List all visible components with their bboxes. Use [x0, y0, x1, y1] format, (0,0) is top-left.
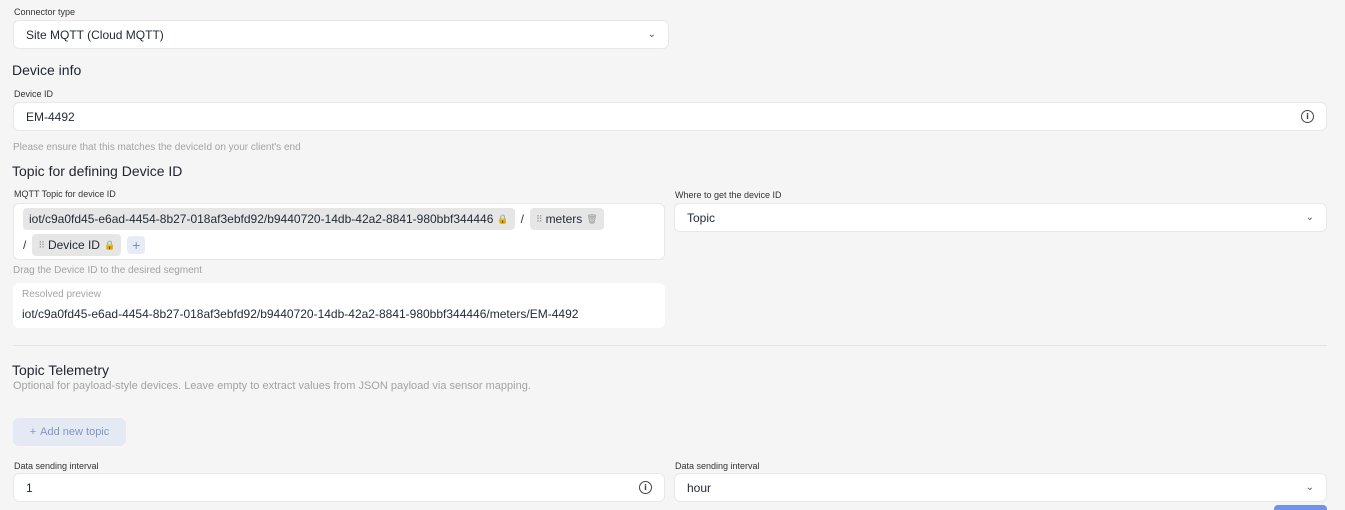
topic-defining-title: Topic for defining Device ID: [12, 163, 183, 179]
drag-grip-icon[interactable]: ⠿: [38, 240, 45, 251]
lock-icon: 🔒: [497, 213, 509, 224]
topic-segment-1: iot/c9a0fd45-e6ad-4454-8b27-018af3ebfd92…: [29, 212, 494, 226]
resolved-preview-value: iot/c9a0fd45-e6ad-4454-8b27-018af3ebfd92…: [22, 307, 579, 321]
lock-icon: 🔒: [103, 239, 116, 250]
topic-segment-chip[interactable]: iot/c9a0fd45-e6ad-4454-8b27-018af3ebfd92…: [23, 208, 515, 230]
info-icon[interactable]: i: [1301, 110, 1314, 123]
connector-type-label: Connector type: [14, 7, 76, 17]
topic-segment-3: Device ID: [47, 238, 100, 252]
device-info-title: Device info: [12, 62, 82, 78]
chevron-down-icon: ⌄: [1305, 212, 1314, 223]
chevron-down-icon: ⌄: [1305, 482, 1314, 493]
primary-button-partial[interactable]: [1274, 505, 1327, 510]
device-id-value: EM-4492: [26, 109, 75, 124]
interval-unit-value: hour: [687, 480, 712, 495]
device-id-input[interactable]: EM-4492 i: [13, 102, 1327, 131]
interval-unit-label: Data sending interval: [675, 461, 760, 471]
plus-icon: +: [29, 426, 37, 438]
where-device-id-label: Where to get the device ID: [675, 190, 782, 200]
trash-icon[interactable]: 🗑: [586, 214, 597, 225]
connector-type-value: Site MQTT (Cloud MQTT): [26, 27, 164, 42]
topic-telemetry-description: Optional for payload-style devices. Leav…: [13, 380, 531, 392]
add-new-topic-label: Add new topic: [40, 426, 110, 438]
chevron-down-icon: ⌄: [647, 29, 656, 40]
segment-separator: /: [23, 238, 27, 252]
info-icon[interactable]: i: [639, 481, 652, 494]
where-device-id-select[interactable]: Topic ⌄: [674, 203, 1327, 232]
interval-value: 1: [26, 480, 33, 495]
drag-grip-icon[interactable]: ⠿: [536, 214, 543, 225]
section-divider: [13, 345, 1327, 346]
device-id-hint: Please ensure that this matches the devi…: [13, 142, 301, 153]
resolved-preview-label: Resolved preview: [22, 289, 101, 300]
interval-value-input[interactable]: 1 i: [13, 473, 665, 502]
topic-telemetry-title: Topic Telemetry: [12, 362, 110, 378]
topic-segment-2: meters: [545, 212, 583, 226]
mqtt-topic-label: MQTT Topic for device ID: [14, 189, 116, 199]
mqtt-topic-builder[interactable]: iot/c9a0fd45-e6ad-4454-8b27-018af3ebfd92…: [13, 203, 665, 260]
interval-value-label: Data sending interval: [14, 461, 99, 471]
device-id-label: Device ID: [14, 89, 54, 99]
interval-unit-select[interactable]: hour ⌄: [674, 473, 1327, 502]
resolved-preview-box: Resolved preview iot/c9a0fd45-e6ad-4454-…: [13, 283, 665, 328]
connector-type-select[interactable]: Site MQTT (Cloud MQTT) ⌄: [13, 20, 669, 49]
plus-icon: +: [132, 237, 141, 253]
where-device-id-value: Topic: [687, 210, 716, 225]
add-segment-button[interactable]: +: [127, 236, 146, 254]
drag-hint: Drag the Device ID to the desired segmen…: [13, 265, 202, 276]
segment-separator: /: [520, 212, 524, 226]
topic-segment-chip[interactable]: ⠿ meters 🗑: [529, 208, 604, 230]
device-id-segment-chip[interactable]: ⠿ Device ID 🔒: [32, 234, 122, 256]
add-new-topic-button[interactable]: + Add new topic: [13, 418, 126, 446]
